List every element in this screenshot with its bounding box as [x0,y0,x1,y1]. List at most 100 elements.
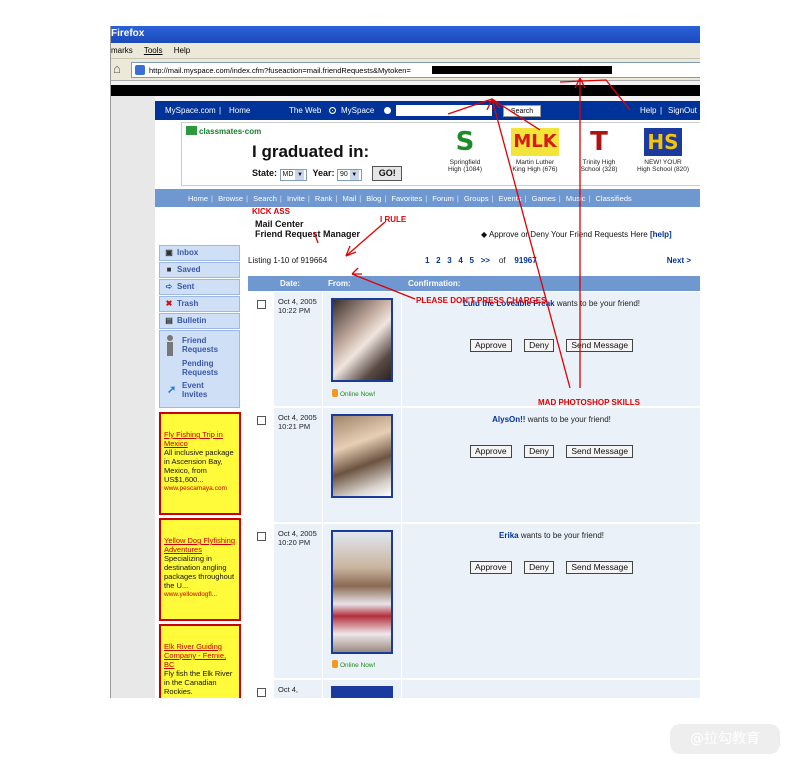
online-icon [332,389,338,397]
signout-link[interactable]: SignOut [668,106,697,115]
sidebar-item-trash[interactable]: ✖ Trash [159,296,240,312]
nav-blog[interactable]: Blog [366,194,381,203]
menu-bar: marks Tools Help [111,43,700,59]
help-link[interactable]: Help [640,106,656,115]
last-page[interactable]: 91967 [514,256,536,265]
approve-button[interactable]: Approve [469,339,512,352]
ad-body: Specializing in destination angling pack… [164,554,235,590]
menu-bookmarks[interactable]: marks [111,46,133,55]
school-trinity[interactable]: T Trinity High School (328) [564,125,634,173]
ad-fly-fishing-mexico[interactable]: Fly Fishing Trip in Mexico All inclusive… [159,412,241,515]
page-1[interactable]: 1 [425,256,429,265]
page-4[interactable]: 4 [458,256,462,265]
state-select[interactable]: MD ▼ [279,169,308,181]
request-date: Oct 4, [278,685,299,694]
friend-request-manager-title: Friend Request Manager [255,229,361,239]
nav-mail[interactable]: Mail [342,194,356,203]
ad-title[interactable]: Yellow Dog Flyfishing Adventures [164,536,236,554]
menu-help[interactable]: Help [174,46,190,55]
sidebar-item-bulletin[interactable]: ▤ Bulletin [159,313,240,329]
request-actions: Approve Deny Send Message [402,441,700,459]
send-message-button[interactable]: Send Message [566,339,634,352]
nav-groups[interactable]: Groups [464,194,489,203]
ad-url[interactable]: www.pescamaya.com [164,484,236,493]
nav-classifieds[interactable]: Classifieds [595,194,631,203]
pending-requests-link[interactable]: Pending Requests [182,359,230,377]
brand-link[interactable]: MySpace.com [165,106,216,115]
profile-photo[interactable] [331,414,393,498]
inbox-icon: ▣ [165,248,173,257]
ad-title[interactable]: Fly Fishing Trip in Mexico [164,430,236,448]
next-page-link[interactable]: Next > [667,256,691,265]
online-icon [332,660,338,668]
ad-yellow-dog[interactable]: Yellow Dog Flyfishing Adventures Special… [159,518,241,621]
row-checkbox[interactable] [257,300,266,309]
ad-elk-river[interactable]: Elk River Guiding Company - Fernie, BC F… [159,624,241,698]
nav-forum[interactable]: Forum [432,194,454,203]
school-springfield[interactable]: S Springfield High (1084) [430,125,500,173]
help-link[interactable]: [help] [650,230,672,239]
ad-url[interactable]: www.yellowdogfl... [164,590,236,599]
year-select[interactable]: 90 ▼ [336,169,362,181]
profile-photo[interactable] [331,686,393,698]
nav-rank[interactable]: Rank [315,194,333,203]
friend-requests-box: Friend Requests Pending Requests ➚ Event… [159,330,240,408]
send-message-button[interactable]: Send Message [566,561,634,574]
menu-tools[interactable]: Tools [144,46,163,55]
ad-title[interactable]: Elk River Guiding Company - Fernie, BC [164,642,236,669]
nav-search[interactable]: Search [253,194,277,203]
url-bar[interactable]: http://mail.myspace.com/index.cfm?fuseac… [131,62,700,78]
nav-games[interactable]: Games [532,194,556,203]
go-button[interactable]: GO! [372,166,403,181]
search-button[interactable]: Search [503,105,541,117]
page-5[interactable]: 5 [470,256,474,265]
page-more[interactable]: >> [481,256,490,265]
friend-requests-link[interactable]: Friend Requests [182,336,230,354]
sidebar-item-inbox[interactable]: ▣ Inbox [159,245,240,261]
page-3[interactable]: 3 [447,256,451,265]
approve-button[interactable]: Approve [469,445,512,458]
approve-deny-note: ◆ Approve or Deny Your Friend Requests H… [481,230,672,239]
home-icon[interactable]: ⌂ [113,62,127,76]
event-invites-link[interactable]: Event Invites [182,381,222,399]
nav-music[interactable]: Music [566,194,586,203]
requester-name[interactable]: Erika [499,531,519,540]
search-myspace-radio[interactable] [384,106,391,115]
search-input[interactable] [396,105,492,116]
nav-home[interactable]: Home [188,194,208,203]
table-row: Oct 4, [248,680,700,698]
nav-favorites[interactable]: Favorites [391,194,422,203]
page-2[interactable]: 2 [436,256,440,265]
friends-icon: ◆ [481,230,488,239]
row-checkbox[interactable] [257,688,266,697]
mail-center-title: Mail Center [255,219,304,229]
sidebar-item-saved[interactable]: ■ Saved [159,262,240,278]
search-web-radio[interactable] [329,106,336,115]
deny-button[interactable]: Deny [524,339,554,352]
school-your-high-school[interactable]: HS NEW! YOUR High School (820) [628,125,698,173]
deny-button[interactable]: Deny [524,445,554,458]
event-arrow-icon: ➚ [167,384,177,396]
approve-button[interactable]: Approve [469,561,512,574]
row-checkbox[interactable] [257,416,266,425]
nav-invite[interactable]: Invite [287,194,305,203]
annotation-dont-press-charges: PLEASE DON'T PRESS CHARGES [416,296,547,305]
profile-photo[interactable] [331,298,393,382]
row-checkbox[interactable] [257,532,266,541]
nav-events[interactable]: Events [499,194,522,203]
online-now-badge: Online Now! [332,660,375,669]
home-link[interactable]: Home [229,106,250,115]
requester-name[interactable]: AlysOn!! [492,415,525,424]
bulletin-icon: ▤ [165,316,173,325]
table-row: Oct 4, 2005 10:20 PM Online Now! Erika w… [248,524,700,678]
profile-photo[interactable] [331,530,393,654]
nav-browse[interactable]: Browse [218,194,243,203]
ad-body: Fly fish the Elk River in the Canadian R… [164,669,233,696]
classmates-ad-banner[interactable]: classmates·com I graduated in: State: MD… [181,122,700,186]
school-mlk[interactable]: MLK Martin Luther King High (676) [500,125,570,173]
sidebar-item-sent[interactable]: ➪ Sent [159,279,240,295]
trash-icon: ✖ [165,299,173,308]
deny-button[interactable]: Deny [524,561,554,574]
send-message-button[interactable]: Send Message [566,445,634,458]
navigation-toolbar: ⌂ http://mail.myspace.com/index.cfm?fuse… [111,59,700,81]
